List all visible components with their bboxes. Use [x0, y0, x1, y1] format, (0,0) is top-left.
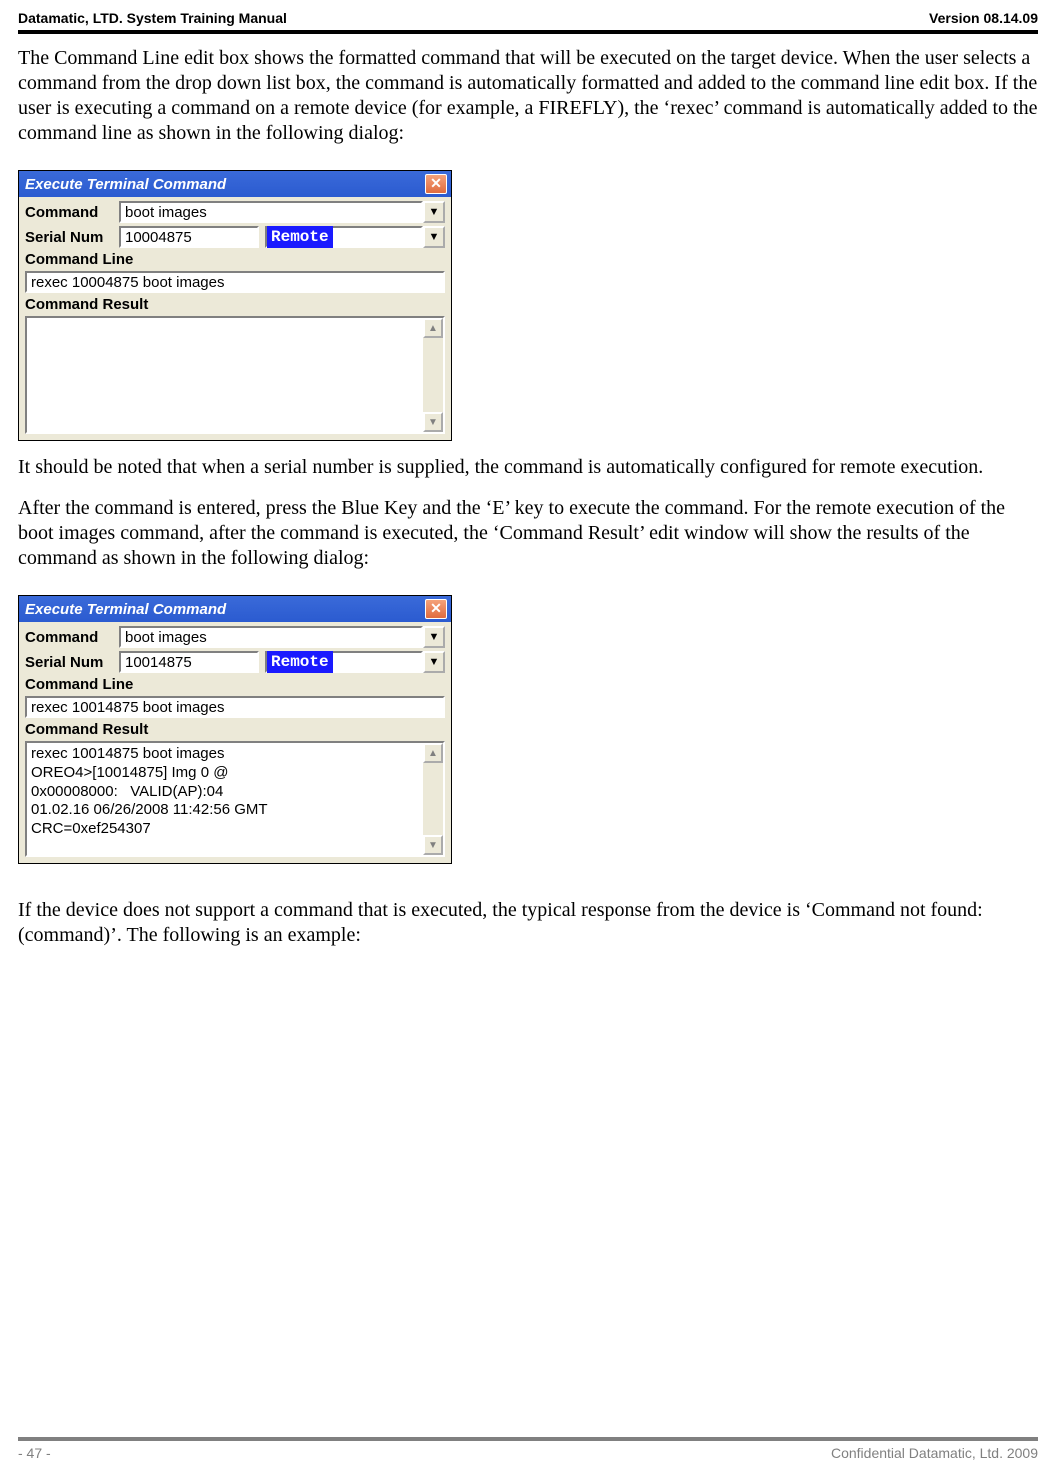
- command-input[interactable]: boot images: [119, 201, 423, 223]
- dialog-body: Command boot images ▼ Serial Num 1000487…: [19, 197, 451, 440]
- scroll-up-icon[interactable]: ▲: [423, 318, 443, 338]
- dialog-titlebar[interactable]: Execute Terminal Command ✕: [19, 171, 451, 197]
- command-input[interactable]: boot images: [119, 626, 423, 648]
- header-rule: [18, 30, 1038, 34]
- result-box: ▲ ▼: [25, 316, 445, 434]
- page-footer: - 47 - Confidential Datamatic, Ltd. 2009: [18, 1445, 1038, 1461]
- vertical-scrollbar[interactable]: ▲ ▼: [423, 318, 443, 432]
- remote-dropdown[interactable]: Remote ▼: [265, 226, 445, 248]
- command-dropdown[interactable]: boot images ▼: [119, 626, 445, 648]
- chevron-down-icon[interactable]: ▼: [423, 626, 445, 648]
- execute-terminal-dialog-2: Execute Terminal Command ✕ Command boot …: [18, 595, 452, 864]
- result-label: Command Result: [25, 296, 148, 313]
- dialog-title: Execute Terminal Command: [25, 176, 226, 193]
- header-right: Version 08.14.09: [929, 10, 1038, 26]
- result-label: Command Result: [25, 721, 148, 738]
- close-icon[interactable]: ✕: [425, 174, 447, 194]
- vertical-scrollbar[interactable]: ▲ ▼: [423, 743, 443, 855]
- scroll-up-icon[interactable]: ▲: [423, 743, 443, 763]
- commandline-label: Command Line: [25, 676, 133, 693]
- footer-rule: [18, 1437, 1038, 1441]
- scroll-down-icon[interactable]: ▼: [423, 835, 443, 855]
- paragraph-4: If the device does not support a command…: [18, 898, 1038, 948]
- commandline-label: Command Line: [25, 251, 133, 268]
- execute-terminal-dialog-1: Execute Terminal Command ✕ Command boot …: [18, 170, 452, 441]
- result-output[interactable]: rexec 10014875 boot images OREO4>[100148…: [27, 743, 423, 855]
- paragraph-3: After the command is entered, press the …: [18, 496, 1038, 571]
- remote-dropdown[interactable]: Remote ▼: [265, 651, 445, 673]
- document-page: Datamatic, LTD. System Training Manual V…: [0, 0, 1056, 1471]
- result-output[interactable]: [27, 318, 423, 432]
- close-icon[interactable]: ✕: [425, 599, 447, 619]
- paragraph-2: It should be noted that when a serial nu…: [18, 455, 1038, 480]
- serial-input[interactable]: 10004875: [119, 226, 259, 248]
- command-dropdown[interactable]: boot images ▼: [119, 201, 445, 223]
- command-label: Command: [25, 204, 113, 221]
- serial-label: Serial Num: [25, 654, 113, 671]
- page-number: - 47 -: [18, 1445, 51, 1461]
- page-header: Datamatic, LTD. System Training Manual V…: [18, 10, 1038, 30]
- header-left: Datamatic, LTD. System Training Manual: [18, 10, 287, 26]
- chevron-down-icon[interactable]: ▼: [423, 651, 445, 673]
- dialog-title: Execute Terminal Command: [25, 601, 226, 618]
- result-box: rexec 10014875 boot images OREO4>[100148…: [25, 741, 445, 857]
- dialog-titlebar[interactable]: Execute Terminal Command ✕: [19, 596, 451, 622]
- footer-copyright: Confidential Datamatic, Ltd. 2009: [831, 1445, 1038, 1461]
- chevron-down-icon[interactable]: ▼: [423, 201, 445, 223]
- paragraph-1: The Command Line edit box shows the form…: [18, 46, 1038, 146]
- commandline-input[interactable]: rexec 10004875 boot images: [25, 271, 445, 293]
- chevron-down-icon[interactable]: ▼: [423, 226, 445, 248]
- command-label: Command: [25, 629, 113, 646]
- dialog-body: Command boot images ▼ Serial Num 1001487…: [19, 622, 451, 863]
- serial-label: Serial Num: [25, 229, 113, 246]
- commandline-input[interactable]: rexec 10014875 boot images: [25, 696, 445, 718]
- scroll-down-icon[interactable]: ▼: [423, 412, 443, 432]
- serial-input[interactable]: 10014875: [119, 651, 259, 673]
- remote-badge: Remote: [267, 651, 333, 673]
- remote-badge: Remote: [267, 226, 333, 248]
